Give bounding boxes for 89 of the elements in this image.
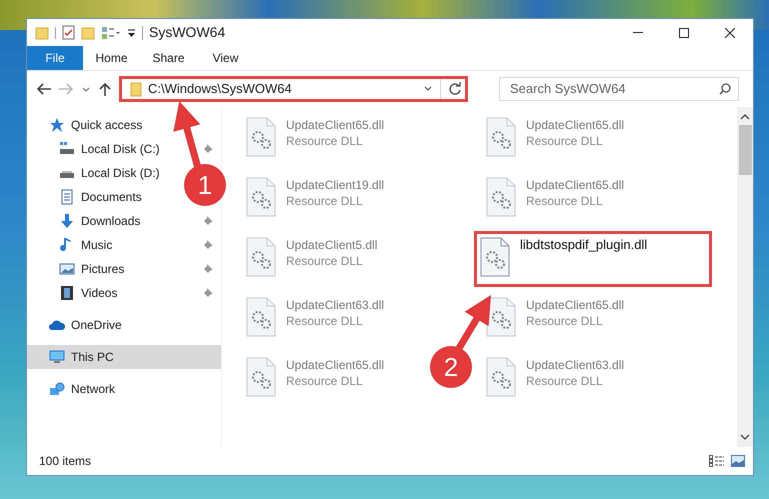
ribbon-tab[interactable]: Share (140, 46, 197, 70)
minimize-icon (633, 32, 643, 33)
maximize-icon (679, 28, 689, 38)
pc-icon (49, 349, 65, 365)
file-type: Resource DLL (286, 373, 364, 389)
file-gears-icon (246, 117, 276, 157)
sidebar-item[interactable]: Documents (27, 185, 150, 209)
caret-icon[interactable] (127, 28, 136, 38)
details-view-icon[interactable] (709, 455, 725, 467)
close-icon (725, 28, 735, 38)
file-type: Resource DLL (286, 313, 364, 329)
file-item[interactable]: UpdateClient19.dll Resource DLL (240, 171, 388, 220)
network-icon (49, 381, 65, 397)
address-path: C:\Windows\SysWOW64 (148, 80, 292, 98)
file-type: Resource DLL (526, 193, 604, 209)
file-type: Resource DLL (286, 133, 364, 149)
file-name: UpdateClient19.dll (286, 177, 384, 193)
file-item[interactable]: UpdateClient65.dll Resource DLL (240, 111, 388, 160)
file-type: Resource DLL (286, 193, 364, 209)
download-icon (59, 213, 75, 229)
file-item[interactable]: UpdateClient65.dll Resource DLL (480, 111, 628, 160)
address-bar[interactable]: C:\Windows\SysWOW64 (119, 76, 468, 102)
sidebar-item[interactable]: Music (27, 233, 221, 257)
folder-icon (130, 82, 142, 96)
file-gears-icon (480, 237, 510, 277)
file-name: UpdateClient63.dll (286, 297, 384, 313)
file-type: Resource DLL (526, 373, 604, 389)
file-name: libdtstospdif_plugin.dll (520, 237, 648, 253)
star-icon (49, 117, 65, 133)
window-title: SysWOW64 (149, 23, 226, 42)
ribbon-tab[interactable]: View (197, 46, 254, 70)
file-name: UpdateClient65.dll (286, 117, 384, 133)
file-name: UpdateClient5.dll (286, 237, 378, 253)
scrollbar-thumb[interactable] (738, 125, 752, 175)
search-icon[interactable] (719, 82, 731, 95)
file-type: Resource DLL (286, 253, 364, 269)
refresh-icon[interactable] (447, 81, 463, 97)
annotation-arrow (173, 101, 202, 169)
sidebar-item[interactable]: Quick access (27, 113, 221, 137)
file-name: UpdateClient65.dll (286, 357, 384, 373)
vertical-scrollbar[interactable] (737, 107, 753, 447)
file-menu-tab[interactable]: File (27, 46, 83, 70)
file-item[interactable]: UpdateClient63.dll Resource DLL (480, 351, 628, 400)
pin-icon[interactable] (202, 288, 212, 298)
sidebar-item[interactable]: This PC (27, 345, 221, 369)
file-item[interactable]: UpdateClient65.dll Resource DLL (480, 291, 628, 340)
video-icon (59, 285, 75, 301)
file-gears-icon (486, 177, 516, 217)
file-gears-icon (246, 237, 276, 277)
annotation-arrow (455, 295, 491, 352)
pin-icon[interactable] (202, 216, 212, 226)
file-type: Resource DLL (526, 313, 604, 329)
file-type: Resource DLL (526, 133, 604, 149)
file-gears-icon (486, 117, 516, 157)
file-item[interactable]: libdtstospdif_plugin.dll (474, 231, 712, 287)
file-gears-icon (486, 357, 516, 397)
sidebar-item[interactable]: Pictures (27, 257, 221, 281)
search-field[interactable]: Search SysWOW64 (499, 76, 739, 101)
file-item[interactable]: UpdateClient65.dll Resource DLL (480, 171, 628, 220)
pin-icon[interactable] (202, 240, 212, 250)
system-disk-icon (59, 141, 75, 157)
properties-icon[interactable] (62, 25, 75, 40)
back-arrow-icon[interactable] (35, 82, 53, 96)
large-icons-view-icon[interactable] (731, 455, 745, 467)
file-gears-icon (246, 357, 276, 397)
ribbon-tab[interactable]: Home (83, 46, 140, 70)
file-name: UpdateClient65.dll (526, 177, 624, 193)
document-icon (59, 189, 75, 205)
sidebar-item[interactable]: Network (27, 377, 221, 401)
view-list-icon[interactable] (101, 26, 121, 40)
sidebar-item[interactable]: Downloads (27, 209, 221, 233)
file-item[interactable]: UpdateClient63.dll Resource DLL (240, 291, 388, 340)
pin-icon[interactable] (202, 264, 212, 274)
file-item[interactable]: UpdateClient5.dll Resource DLL (240, 231, 380, 280)
pin-icon[interactable] (202, 144, 212, 154)
file-item[interactable]: UpdateClient65.dll Resource DLL (240, 351, 388, 400)
file-gears-icon (486, 297, 516, 337)
file-name: UpdateClient63.dll (526, 357, 624, 373)
sidebar-item[interactable]: Local Disk (D:) (27, 161, 168, 185)
sidebar-item[interactable]: OneDrive (27, 313, 221, 337)
file-name: UpdateClient65.dll (526, 297, 624, 313)
file-gears-icon (246, 297, 276, 337)
status-text: 100 items (39, 453, 92, 470)
sidebar-item[interactable]: Local Disk (C:) (27, 137, 221, 161)
picture-icon (59, 261, 75, 277)
file-gears-icon (246, 177, 276, 217)
file-name: UpdateClient65.dll (526, 117, 624, 133)
sidebar-item[interactable]: Videos (27, 281, 221, 305)
up-arrow-icon[interactable] (97, 81, 113, 97)
